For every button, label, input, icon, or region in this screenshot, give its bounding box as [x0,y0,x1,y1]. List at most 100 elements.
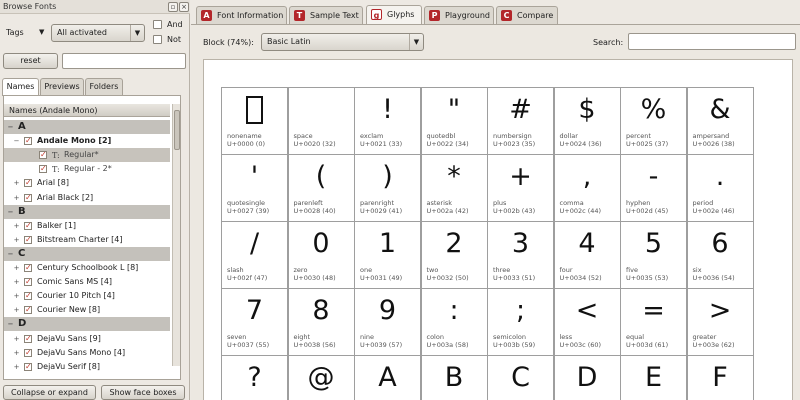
glyph-cell[interactable]: @atU+0040 (64) [287,355,355,400]
tags-dropdown-icon[interactable]: ▼ [39,28,44,36]
tree-scrollbar-thumb[interactable] [174,110,180,150]
glyph-cell[interactable]: > greater U+003e (62) [686,288,754,356]
tree-scrollbar[interactable] [172,104,180,366]
font-style-checkbox[interactable] [39,148,47,162]
collapse-icon[interactable]: − [7,124,14,131]
collapse-expand-button[interactable]: Collapse or expand [3,385,96,400]
glyph-cell[interactable]: 9 nine U+0039 (57) [354,288,421,356]
glyph-cell[interactable]: ?questionU+003f (63) [221,355,288,400]
glyph-cell[interactable]: % percent U+0025 (37) [620,87,687,155]
font-family-checkbox[interactable] [24,332,32,346]
detach-icon[interactable]: ▫ [168,2,178,12]
expand-icon[interactable]: + [13,265,20,272]
and-checkbox[interactable] [153,20,162,29]
tab-sample-text[interactable]: T Sample Text [289,6,363,24]
collapse-icon[interactable]: − [7,208,14,216]
show-face-boxes-button[interactable]: Show face boxes [101,385,185,400]
tree-family-row[interactable]: + Arial Black [2] [4,191,170,205]
font-family-checkbox[interactable] [24,176,32,190]
glyph-cell[interactable]: ; semicolon U+003b (59) [487,288,554,356]
font-family-checkbox[interactable] [24,303,32,317]
not-checkbox[interactable] [153,35,162,44]
glyph-cell[interactable]: + plus U+002b (43) [487,154,554,222]
tree-family-row[interactable]: + Courier New [8] [4,303,170,317]
expand-icon[interactable]: + [13,293,20,300]
font-style-checkbox[interactable] [39,162,47,176]
glyph-cell[interactable]: DDU+0044 (68) [553,355,621,400]
expand-icon[interactable]: + [13,180,20,187]
glyph-cell[interactable]: $ dollar U+0024 (36) [553,87,621,155]
glyph-cell[interactable]: < less U+003c (60) [553,288,621,356]
glyph-cell[interactable]: FFU+0046 (70) [686,355,754,400]
tree-family-row[interactable]: + Courier 10 Pitch [4] [4,289,170,303]
font-family-checkbox[interactable] [24,233,32,247]
tree-letter-group[interactable]: − D [4,317,170,332]
tree-family-row[interactable]: + Balker [1] [4,219,170,233]
glyph-cell[interactable]: 7 seven U+0037 (55) [221,288,288,356]
expand-icon[interactable]: + [13,194,20,202]
glyph-cell[interactable]: / slash U+002f (47) [221,221,288,289]
font-family-checkbox[interactable] [24,346,32,360]
glyph-cell[interactable]: " quotedbl U+0022 (34) [420,87,488,155]
font-family-checkbox[interactable] [24,134,32,148]
expand-icon[interactable]: + [13,335,20,343]
tree-family-row[interactable]: + DejaVu Sans Mono [4] [4,346,170,360]
glyph-cell[interactable]: (parenleft U+0028 (40) [287,154,355,222]
tree-letter-group[interactable]: − C [4,246,170,261]
tree-style-row[interactable]: T: Regular* [4,148,170,163]
tree-family-row[interactable]: + DejaVu Serif [8] [4,360,170,374]
tree-style-row[interactable]: T: Regular - 2* [4,162,170,176]
glyph-cell[interactable]: nonename U+0000 (0) [221,87,288,155]
glyph-cell[interactable]: & ampersand U+0026 (38) [686,87,754,155]
tree-family-row[interactable]: + DejaVu Sans [9] [4,332,170,346]
tab-glyphs[interactable]: g Glyphs [366,5,422,25]
font-family-checkbox[interactable] [24,289,32,303]
glyph-cell[interactable]: # numbersign U+0023 (35) [487,87,554,155]
expand-icon[interactable]: + [13,363,20,371]
tree-family-row[interactable]: + Arial [8] [4,176,170,190]
glyph-cell[interactable]: = equal U+003d (61) [620,288,687,356]
filter-text-field[interactable] [62,53,186,69]
block-combo[interactable]: Basic Latin ▼ [261,33,424,51]
glyph-cell[interactable]: 8 eight U+0038 (56) [287,288,355,356]
close-icon[interactable]: × [179,2,189,12]
tree-letter-group[interactable]: − A [4,120,170,134]
glyph-cell[interactable]: CCU+0043 (67) [487,355,554,400]
tab-names[interactable]: Names [2,78,39,96]
glyph-cell[interactable]: , comma U+002c (44) [553,154,621,222]
tab-font-information[interactable]: A Font Information [196,6,287,24]
reset-button[interactable]: reset [3,53,58,69]
glyph-cell[interactable]: space U+0020 (32) [287,87,355,155]
font-family-checkbox[interactable] [24,261,32,275]
expand-icon[interactable]: + [13,349,20,357]
tab-previews[interactable]: Previews [40,78,84,95]
tree-letter-group[interactable]: − B [4,204,170,219]
tags-combo[interactable]: All activated ▼ [51,24,145,42]
glyph-cell[interactable]: AAU+0041 (65) [354,355,421,400]
glyph-cell[interactable]: 5 five U+0035 (53) [620,221,687,289]
font-family-checkbox[interactable] [24,275,32,289]
glyph-cell[interactable]: EEU+0045 (69) [620,355,687,400]
collapse-icon[interactable]: − [13,138,20,145]
tree-family-row[interactable]: + Century Schoolbook L [8] [4,261,170,275]
glyph-cell[interactable]: * asterisk U+002a (42) [420,154,488,222]
tree-header[interactable]: Names (Andale Mono) [4,104,170,117]
glyph-cell[interactable]: ) parenright U+0029 (41) [354,154,421,222]
glyph-cell[interactable]: ! exclam U+0021 (33) [354,87,421,155]
glyph-cell[interactable]: 4 four U+0034 (52) [553,221,621,289]
glyph-cell[interactable]: 0 zero U+0030 (48) [287,221,355,289]
expand-icon[interactable]: + [13,307,20,314]
tree-family-row[interactable]: + Bitstream Charter [4] [4,233,170,247]
glyph-cell[interactable]: BBU+0042 (66) [420,355,488,400]
tree-family-row[interactable]: + Comic Sans MS [4] [4,275,170,289]
font-family-checkbox[interactable] [24,191,32,205]
expand-icon[interactable]: + [13,236,20,244]
glyph-cell[interactable]: 6 six U+0036 (54) [686,221,754,289]
glyph-cell[interactable]: : colon U+003a (58) [420,288,488,356]
font-family-checkbox[interactable] [24,219,32,233]
tab-playground[interactable]: P Playground [424,6,494,24]
tab-compare[interactable]: C Compare [496,6,558,24]
collapse-icon[interactable]: − [7,250,14,258]
glyph-cell[interactable]: 3 three U+0033 (51) [487,221,554,289]
collapse-icon[interactable]: − [7,321,14,328]
